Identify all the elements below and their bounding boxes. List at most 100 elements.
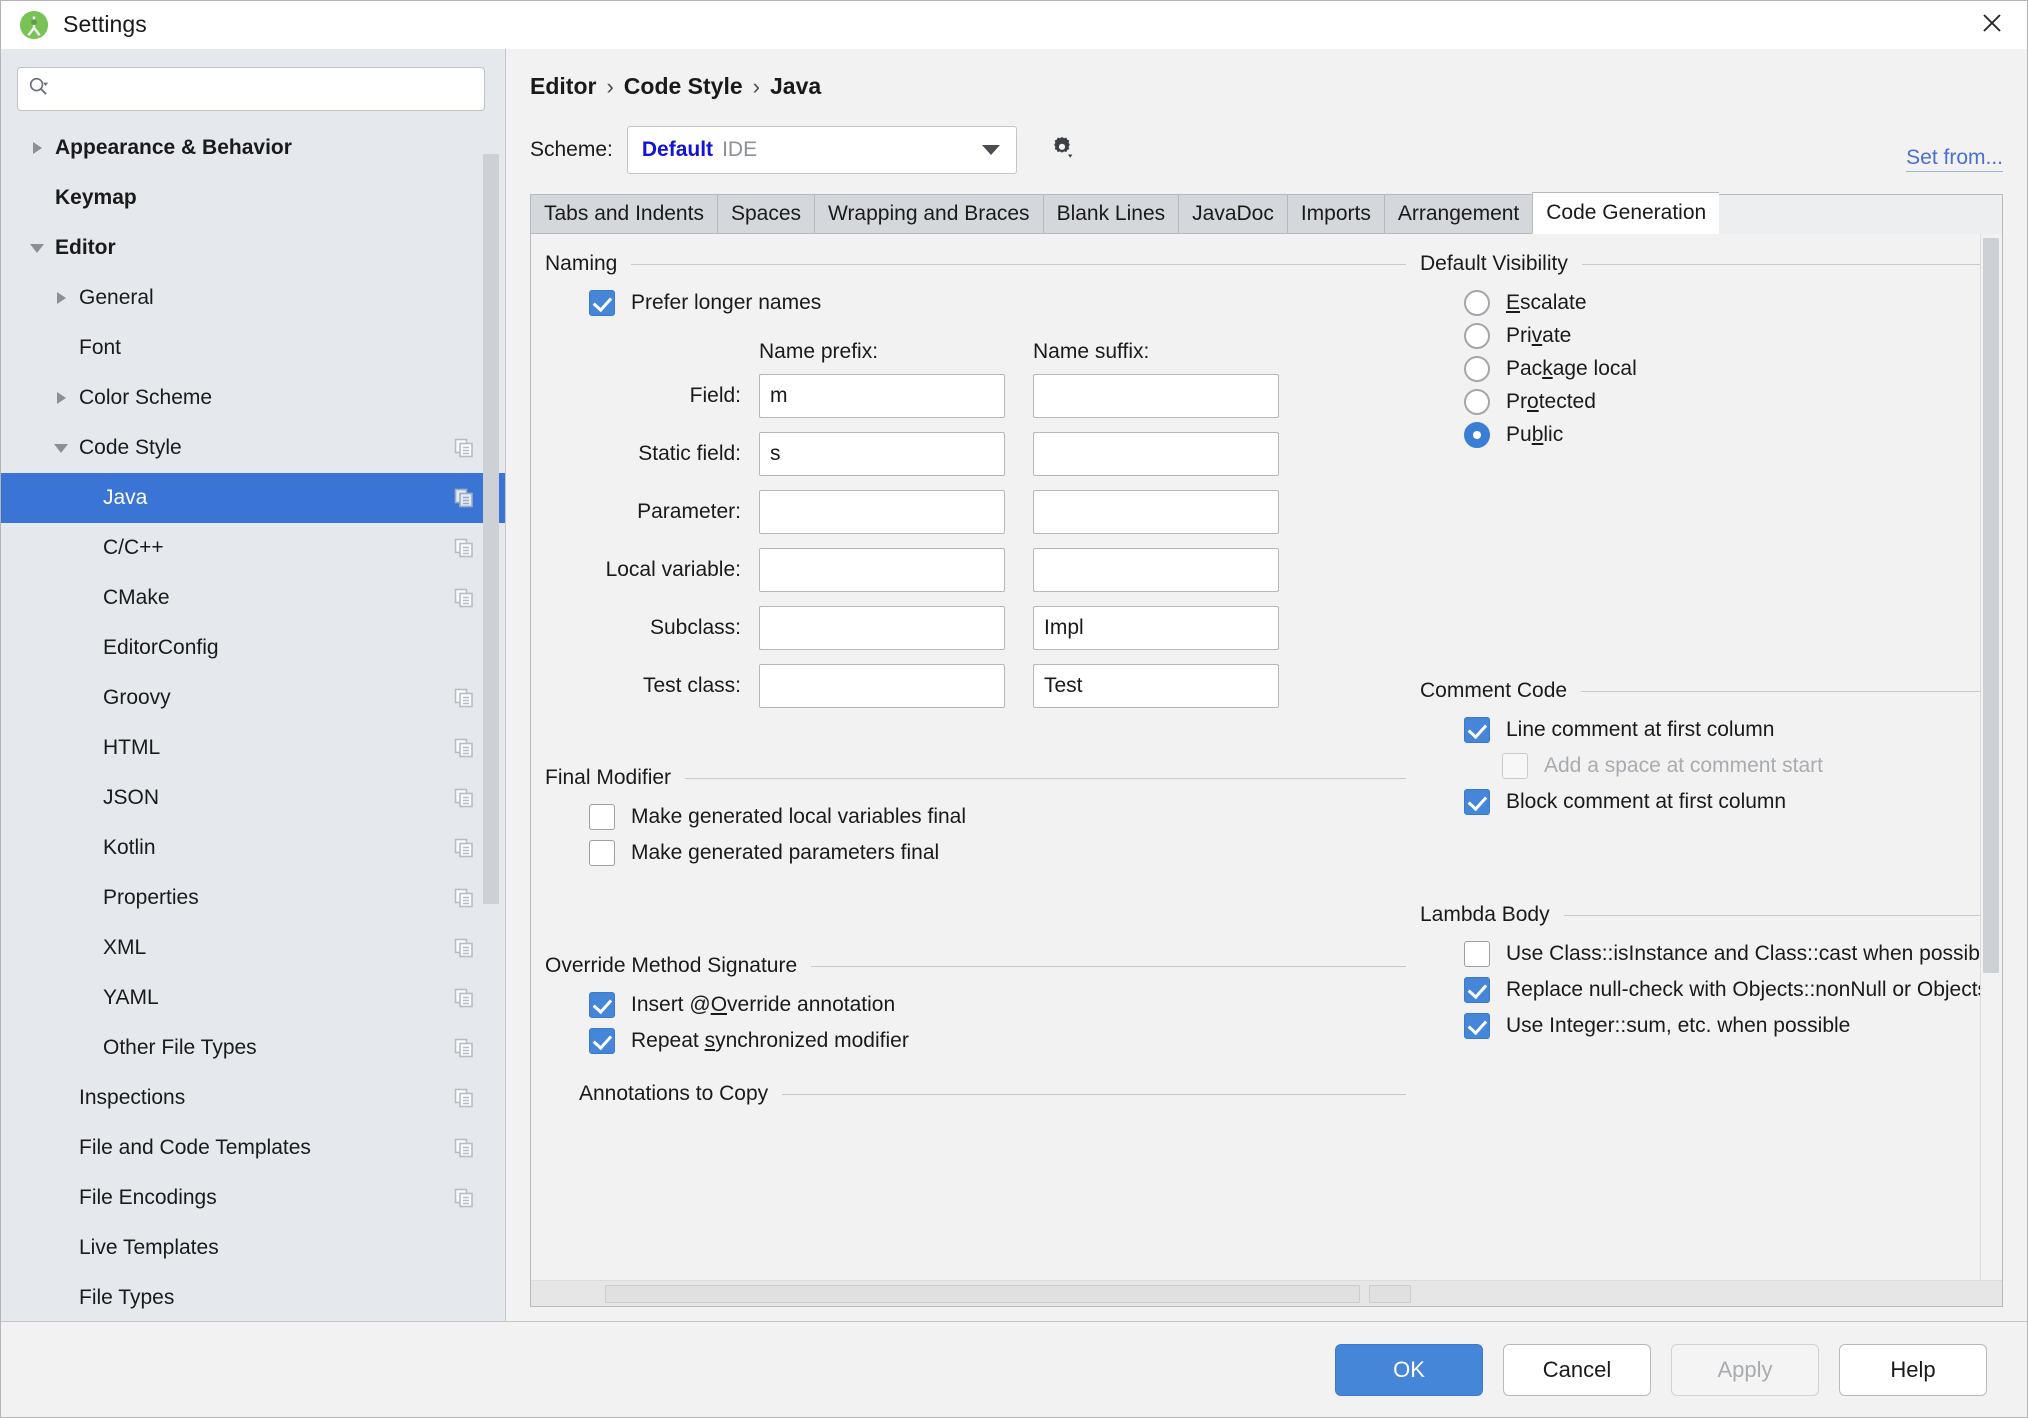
chevron-down-icon[interactable] (27, 238, 47, 258)
insert-override-annotation-checkbox[interactable] (589, 992, 615, 1018)
use-class-isinstance-row[interactable]: Use Class::isInstance and Class::cast wh… (1464, 941, 1980, 967)
sidebar-item-c-c[interactable]: C/C++ (1, 523, 505, 573)
breadcrumb-item-editor[interactable]: Editor (530, 73, 596, 100)
sidebar-item-yaml[interactable]: YAML (1, 973, 505, 1023)
line-comment-first-column-row[interactable]: Line comment at first column (1464, 717, 1980, 743)
sidebar-item-font[interactable]: Font (1, 323, 505, 373)
block-comment-first-column-row[interactable]: Block comment at first column (1464, 789, 1980, 815)
chevron-right-icon[interactable] (27, 138, 47, 158)
make-local-vars-final-checkbox[interactable] (589, 804, 615, 830)
sidebar-item-file-types[interactable]: File Types (1, 1273, 505, 1321)
breadcrumb-item-code-style[interactable]: Code Style (624, 73, 743, 100)
sidebar-item-cmake[interactable]: CMake (1, 573, 505, 623)
copy-scheme-icon[interactable] (453, 887, 475, 909)
tab-wrapping-and-braces[interactable]: Wrapping and Braces (814, 194, 1043, 234)
repeat-synchronized-modifier-row[interactable]: Repeat synchronized modifier (589, 1028, 1406, 1054)
copy-scheme-icon[interactable] (453, 487, 475, 509)
insert-override-annotation-row[interactable]: Insert @Override annotation (589, 992, 1406, 1018)
panel-horizontal-scrollbar[interactable] (531, 1280, 2002, 1306)
copy-scheme-icon[interactable] (453, 437, 475, 459)
sidebar-item-java[interactable]: Java (1, 473, 505, 523)
ok-button[interactable]: OK (1335, 1344, 1483, 1396)
name-prefix-input[interactable] (759, 490, 1005, 534)
scheme-settings-button[interactable] (1047, 133, 1081, 167)
sidebar-item-html[interactable]: HTML (1, 723, 505, 773)
panel-horizontal-scrollbar-end[interactable] (1369, 1285, 1411, 1303)
copy-scheme-icon[interactable] (453, 687, 475, 709)
make-local-vars-final-row[interactable]: Make generated local variables final (589, 804, 1406, 830)
copy-scheme-icon[interactable] (453, 537, 475, 559)
sidebar-item-file-encodings[interactable]: File Encodings (1, 1173, 505, 1223)
settings-tree[interactable]: Appearance & BehaviorKeymapEditorGeneral… (1, 123, 505, 1321)
sidebar-item-inspections[interactable]: Inspections (1, 1073, 505, 1123)
name-suffix-input[interactable] (1033, 548, 1279, 592)
scheme-dropdown[interactable]: Default IDE (627, 126, 1017, 174)
chevron-right-icon[interactable] (51, 388, 71, 408)
copy-scheme-icon[interactable] (453, 987, 475, 1009)
tab-code-generation[interactable]: Code Generation (1532, 192, 1719, 234)
visibility-radio-private[interactable] (1464, 323, 1490, 349)
cancel-button[interactable]: Cancel (1503, 1344, 1651, 1396)
make-params-final-checkbox[interactable] (589, 840, 615, 866)
chevron-right-icon[interactable] (51, 288, 71, 308)
chevron-down-icon[interactable] (51, 438, 71, 458)
sidebar-item-code-style[interactable]: Code Style (1, 423, 505, 473)
prefer-longer-names-row[interactable]: Prefer longer names (589, 290, 1406, 316)
copy-scheme-icon[interactable] (453, 937, 475, 959)
visibility-radio-protected[interactable] (1464, 389, 1490, 415)
visibility-radio-public[interactable] (1464, 422, 1490, 448)
copy-scheme-icon[interactable] (453, 1137, 475, 1159)
name-prefix-input[interactable] (759, 664, 1005, 708)
name-suffix-input[interactable] (1033, 606, 1279, 650)
prefer-longer-names-checkbox[interactable] (589, 290, 615, 316)
sidebar-item-general[interactable]: General (1, 273, 505, 323)
sidebar-scrollbar-thumb[interactable] (483, 154, 499, 904)
tab-javadoc[interactable]: JavaDoc (1178, 194, 1287, 234)
name-prefix-input[interactable] (759, 606, 1005, 650)
use-class-isinstance-checkbox[interactable] (1464, 941, 1490, 967)
visibility-option-public[interactable]: Public (1464, 422, 1980, 448)
name-suffix-input[interactable] (1033, 490, 1279, 534)
close-button[interactable] (1957, 1, 2027, 49)
name-suffix-input[interactable] (1033, 432, 1279, 476)
name-prefix-input[interactable] (759, 548, 1005, 592)
tab-arrangement[interactable]: Arrangement (1384, 194, 1532, 234)
use-integer-sum-checkbox[interactable] (1464, 1013, 1490, 1039)
sidebar-item-kotlin[interactable]: Kotlin (1, 823, 505, 873)
use-integer-sum-row[interactable]: Use Integer::sum, etc. when possible (1464, 1013, 1980, 1039)
line-comment-first-column-checkbox[interactable] (1464, 717, 1490, 743)
help-button[interactable]: Help (1839, 1344, 1987, 1396)
tab-tabs-and-indents[interactable]: Tabs and Indents (530, 194, 717, 234)
sidebar-item-properties[interactable]: Properties (1, 873, 505, 923)
panel-horizontal-scrollbar-thumb[interactable] (605, 1285, 1360, 1303)
replace-null-check-row[interactable]: Replace null-check with Objects::nonNull… (1464, 977, 1980, 1003)
tab-spaces[interactable]: Spaces (717, 194, 814, 234)
name-prefix-input[interactable] (759, 432, 1005, 476)
search-input[interactable] (49, 77, 474, 101)
copy-scheme-icon[interactable] (453, 787, 475, 809)
sidebar-item-color-scheme[interactable]: Color Scheme (1, 373, 505, 423)
tab-blank-lines[interactable]: Blank Lines (1043, 194, 1179, 234)
search-box[interactable] (17, 67, 485, 111)
sidebar-item-xml[interactable]: XML (1, 923, 505, 973)
replace-null-check-checkbox[interactable] (1464, 977, 1490, 1003)
visibility-option-private[interactable]: Private (1464, 323, 1980, 349)
copy-scheme-icon[interactable] (453, 1037, 475, 1059)
sidebar-item-editorconfig[interactable]: EditorConfig (1, 623, 505, 673)
sidebar-item-live-templates[interactable]: Live Templates (1, 1223, 505, 1273)
make-params-final-row[interactable]: Make generated parameters final (589, 840, 1406, 866)
repeat-synchronized-modifier-checkbox[interactable] (589, 1028, 615, 1054)
copy-scheme-icon[interactable] (453, 837, 475, 859)
visibility-option-package-local[interactable]: Package local (1464, 356, 1980, 382)
code-style-tabs[interactable]: Tabs and IndentsSpacesWrapping and Brace… (530, 192, 2003, 234)
sidebar-item-groovy[interactable]: Groovy (1, 673, 505, 723)
name-prefix-input[interactable] (759, 374, 1005, 418)
name-suffix-input[interactable] (1033, 374, 1279, 418)
visibility-option-protected[interactable]: Protected (1464, 389, 1980, 415)
sidebar-item-json[interactable]: JSON (1, 773, 505, 823)
visibility-radio-escalate[interactable] (1464, 290, 1490, 316)
visibility-radio-package-local[interactable] (1464, 356, 1490, 382)
copy-scheme-icon[interactable] (453, 737, 475, 759)
panel-vertical-scrollbar[interactable] (1980, 234, 2002, 1280)
sidebar-item-appearance-behavior[interactable]: Appearance & Behavior (1, 123, 505, 173)
